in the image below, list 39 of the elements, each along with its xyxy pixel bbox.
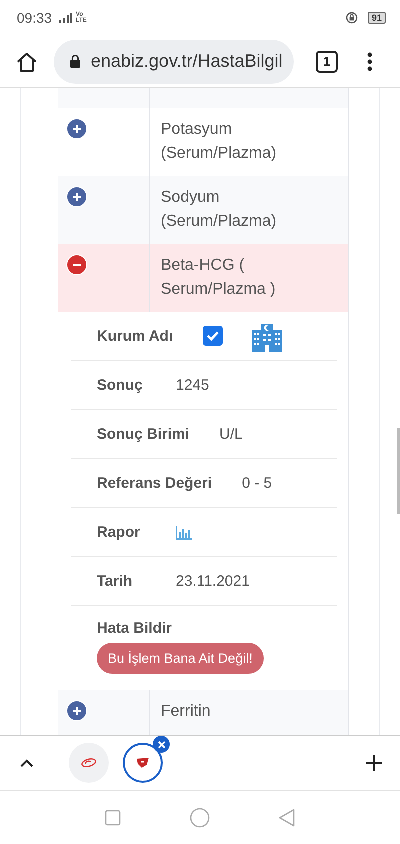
checkmark-icon bbox=[206, 330, 220, 342]
battery-level: 91 bbox=[368, 12, 386, 24]
checkbox[interactable] bbox=[203, 326, 224, 346]
home-icon[interactable] bbox=[16, 52, 38, 72]
bar-chart-icon[interactable] bbox=[176, 524, 192, 540]
field-label: Kurum Adı bbox=[97, 328, 174, 344]
signal-icon bbox=[58, 13, 72, 23]
expand-icon[interactable] bbox=[66, 118, 88, 140]
plus-icon[interactable] bbox=[366, 755, 382, 771]
test-name: Beta-HCG ( Serum/Plazma ) bbox=[161, 256, 277, 300]
field-value: 23.11.2021 bbox=[176, 572, 250, 590]
field-value: 1245 bbox=[176, 376, 210, 394]
field-label: Rapor bbox=[97, 524, 142, 540]
tab-thumbnail[interactable] bbox=[69, 743, 109, 783]
lock-icon bbox=[70, 55, 81, 68]
field-label: Sonuç Birimi bbox=[97, 426, 190, 442]
expand-icon[interactable] bbox=[66, 186, 88, 208]
report-error-button[interactable]: Bu İşlem Bana Ait Değil! bbox=[97, 643, 264, 674]
close-icon[interactable] bbox=[153, 736, 170, 753]
test-name: Sodyum (Serum/Plazma) bbox=[161, 188, 278, 232]
field-label: Tarih bbox=[97, 572, 134, 590]
field-label: Referans Değeri bbox=[97, 474, 212, 492]
field-value: U/L bbox=[220, 426, 243, 442]
lock-rotation-icon bbox=[346, 12, 358, 24]
expand-icon[interactable] bbox=[66, 700, 88, 722]
test-name: Potasyum (Serum/Plazma) bbox=[161, 120, 278, 164]
shield-logo-icon bbox=[136, 757, 150, 769]
field-label: Sonuç bbox=[97, 376, 144, 394]
swirl-logo-icon bbox=[81, 758, 97, 768]
field-value: 0 - 5 bbox=[242, 474, 272, 492]
test-name: Ferritin bbox=[161, 702, 212, 722]
collapse-icon[interactable] bbox=[66, 254, 88, 276]
tab-thumbnail[interactable] bbox=[123, 743, 163, 783]
field-label: Hata Bildir bbox=[97, 620, 172, 637]
more-icon[interactable] bbox=[367, 52, 373, 72]
address-bar[interactable]: enabiz.gov.tr/HastaBilgil bbox=[54, 40, 294, 84]
status-time: 09:33 bbox=[17, 10, 52, 26]
tab-count-button[interactable]: 1 bbox=[316, 50, 338, 72]
chevron-up-icon[interactable] bbox=[20, 758, 34, 768]
